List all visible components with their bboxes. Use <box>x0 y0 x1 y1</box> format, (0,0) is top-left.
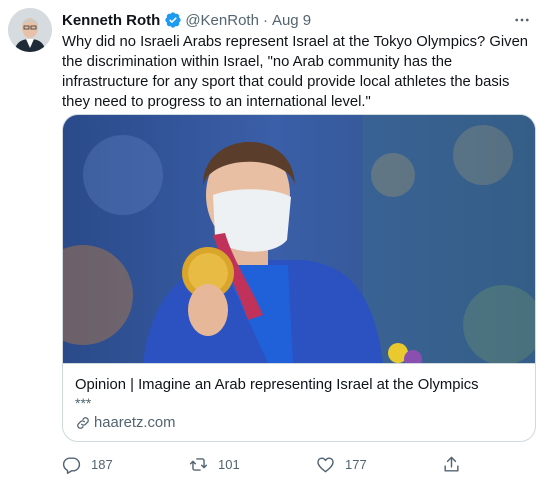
avatar[interactable] <box>8 8 52 52</box>
card-image <box>63 115 535 363</box>
tweet-text: Why did no Israeli Arabs represent Israe… <box>62 34 533 110</box>
like-count: 177 <box>345 456 367 472</box>
card-body: Opinion | Imagine an Arab representing I… <box>63 363 535 441</box>
action-bar: 187 101 177 <box>62 452 482 476</box>
reply-icon <box>62 456 81 474</box>
more-options-icon[interactable] <box>510 10 534 30</box>
reply-count: 187 <box>91 456 113 472</box>
retweet-button[interactable]: 101 <box>189 452 240 476</box>
separator-dot: · <box>262 11 268 29</box>
card-domain-label: haaretz.com <box>94 415 176 431</box>
like-button[interactable]: 177 <box>316 452 367 476</box>
heart-icon <box>317 456 334 472</box>
verified-badge-icon <box>165 12 182 28</box>
share-icon <box>444 456 459 472</box>
retweet-count: 101 <box>218 456 240 472</box>
retweet-icon <box>189 457 208 471</box>
tweet-header: Kenneth Roth @KenRoth · Aug 9 <box>62 10 534 30</box>
reply-button[interactable]: 187 <box>62 452 113 476</box>
card-domain: haaretz.com <box>75 415 523 431</box>
link-card[interactable]: Opinion | Imagine an Arab representing I… <box>62 114 536 442</box>
card-title: Opinion | Imagine an Arab representing I… <box>75 377 479 393</box>
share-button[interactable] <box>442 452 471 476</box>
tweet-date[interactable]: Aug 9 <box>272 12 311 29</box>
author-name[interactable]: Kenneth Roth <box>62 12 160 29</box>
link-icon <box>77 417 89 429</box>
author-handle[interactable]: @KenRoth <box>185 12 259 29</box>
avatar-image <box>8 8 52 52</box>
tweet: Kenneth Roth @KenRoth · Aug 9 Why did no… <box>0 0 546 480</box>
card-description: *** <box>75 395 92 411</box>
